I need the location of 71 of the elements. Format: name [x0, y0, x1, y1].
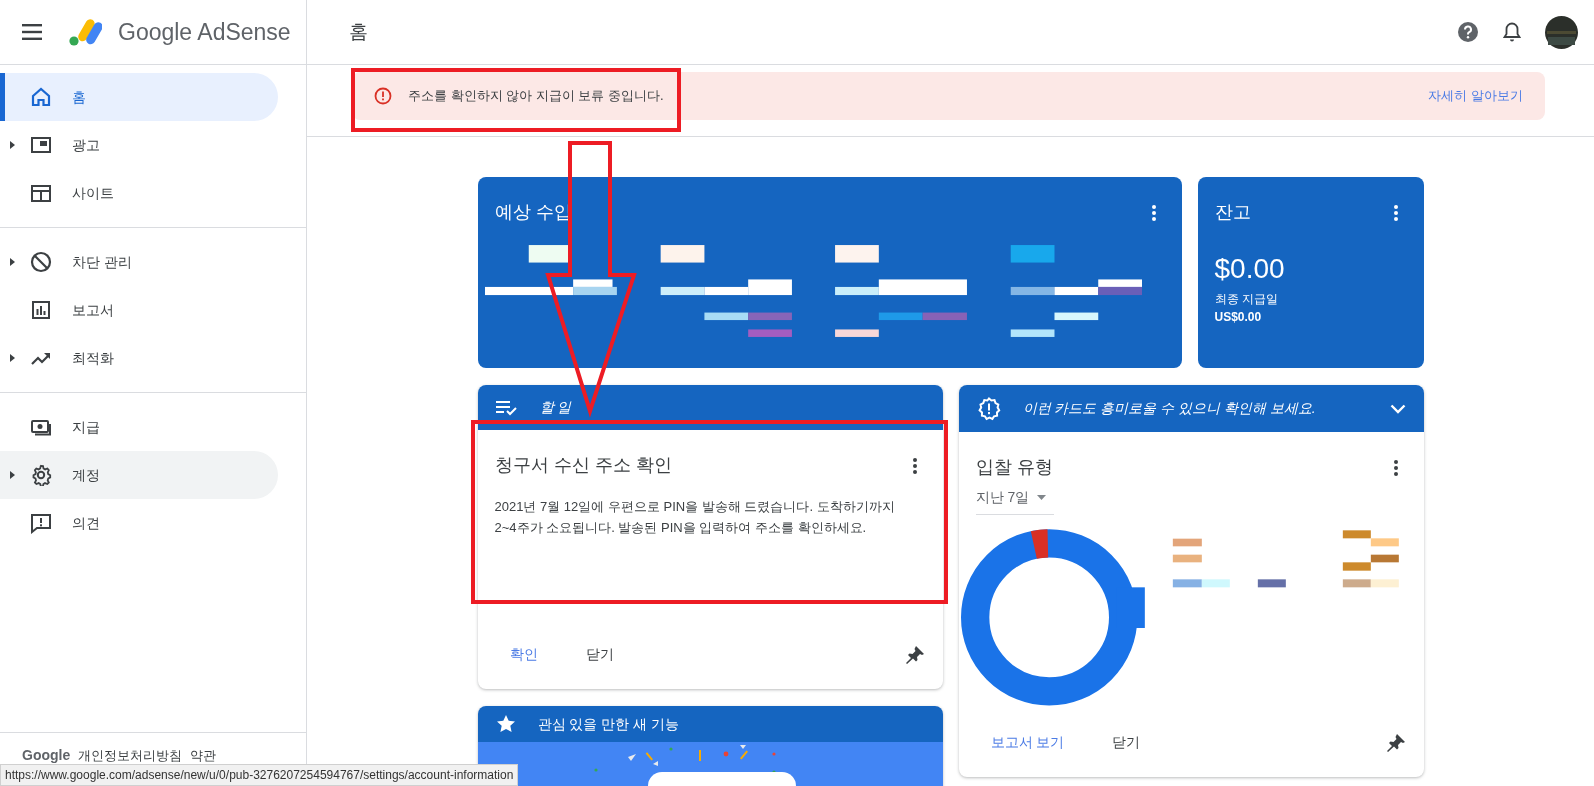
placeholder-bar: [1370, 538, 1399, 547]
placeholder-bar: [1172, 538, 1202, 547]
expand-caret-icon[interactable]: [10, 354, 15, 362]
star-icon: [495, 714, 516, 734]
dismiss-button[interactable]: 닫기: [1100, 726, 1153, 759]
card-title: 입찰 유형: [975, 456, 1053, 479]
expand-caret-icon[interactable]: [10, 471, 15, 479]
placeholder-bar: [1370, 579, 1399, 588]
alert-message: 주소를 확인하지 않아 지급이 보류 중입니다.: [408, 87, 664, 106]
placeholder-bar: [1201, 579, 1230, 588]
balance-amount: $0.00: [1214, 252, 1286, 286]
footer-logo-text: Google: [22, 746, 71, 765]
sidebar-item[interactable]: 의견: [0, 499, 278, 547]
card-title: 청구서 수신 주소 확인: [494, 454, 672, 477]
learn-more-link[interactable]: 자세히 알아보기: [1428, 86, 1523, 106]
placeholder-bar: [1172, 579, 1202, 588]
sidebar-item[interactable]: 사이트: [0, 169, 278, 217]
expand-caret-icon[interactable]: [10, 258, 15, 266]
chevron-down-icon[interactable]: [1389, 403, 1406, 414]
sidebar-item[interactable]: 차단 관리: [0, 238, 278, 286]
error-icon: [374, 87, 392, 105]
avatar[interactable]: [1545, 15, 1578, 49]
status-bar-url: https://www.google.com/adsense/new/u/0/pub-3276207254594767/settings/account-information: [0, 764, 519, 786]
card-title: 잔고: [1214, 201, 1251, 224]
placeholder-bar: [1172, 554, 1202, 563]
menu-icon[interactable]: [22, 23, 44, 41]
primary-action-button[interactable]: 확인: [497, 638, 550, 671]
more-options-icon[interactable]: [1393, 204, 1398, 221]
more-options-icon[interactable]: [1393, 459, 1398, 476]
sidebar-item[interactable]: 최적화: [0, 334, 278, 382]
home-icon: [30, 86, 52, 108]
date-range-dropdown[interactable]: 지난 7일: [975, 485, 1054, 515]
placeholder-bar: [1257, 579, 1286, 588]
card-header-title: 관심 있을 만한 새 기능: [537, 714, 680, 734]
primary-action-button[interactable]: 보고서 보기: [978, 726, 1077, 759]
placeholder-bar: [1370, 554, 1399, 563]
checklist-icon: [495, 399, 518, 416]
card-header-title: 할 일: [539, 398, 572, 417]
card-header-title: 이런 카드도 흥미로울 수 있으니 확인해 보세요.: [1022, 399, 1316, 418]
sidebar-item[interactable]: 계정: [0, 451, 278, 499]
more-options-icon[interactable]: [1151, 204, 1156, 221]
block-icon: [30, 251, 52, 273]
notification-bell-icon[interactable]: [1503, 21, 1521, 43]
pin-icon[interactable]: [1385, 732, 1406, 753]
sidebar-item[interactable]: 홈: [0, 73, 278, 121]
dismiss-button[interactable]: 닫기: [573, 638, 626, 671]
sidebar-item[interactable]: 지급: [0, 403, 278, 451]
bar-chart-icon: [30, 299, 52, 321]
last-payment-value: US$0.00: [1214, 308, 1263, 326]
footer-link[interactable]: 개인정보처리방침: [78, 745, 183, 766]
page-title: 홈: [349, 19, 368, 44]
settings-icon: [30, 464, 52, 486]
more-options-icon[interactable]: [912, 457, 917, 474]
website-layout-icon: [30, 182, 52, 204]
sidebar-item[interactable]: 광고: [0, 121, 278, 169]
feedback-icon: [30, 512, 52, 534]
sidebar-item[interactable]: 보고서: [0, 286, 278, 334]
placeholder-bar: [1342, 562, 1371, 571]
ad-frame-icon: [30, 134, 52, 156]
dropdown-arrow-icon: [1037, 495, 1047, 500]
card-description: 2021년 7월 12일에 우편으로 PIN을 발송해 드렸습니다. 도착하기까지 2~4주가 소요됩니다. 발송된 PIN을 입력하여 주소를 확인하세요.: [493, 498, 896, 537]
alert-badge-icon: [976, 396, 1001, 421]
placeholder-bar: [1342, 579, 1371, 588]
placeholder-bar: [1342, 530, 1371, 539]
expand-caret-icon[interactable]: [10, 141, 15, 149]
app-logo-text: Google AdSense: [118, 17, 291, 47]
last-payment-label: 최종 지급일: [1214, 290, 1279, 308]
help-icon[interactable]: [1457, 21, 1479, 43]
logo-icon: [68, 17, 102, 47]
pin-icon[interactable]: [904, 644, 925, 665]
footer-link[interactable]: 약관: [190, 745, 217, 766]
